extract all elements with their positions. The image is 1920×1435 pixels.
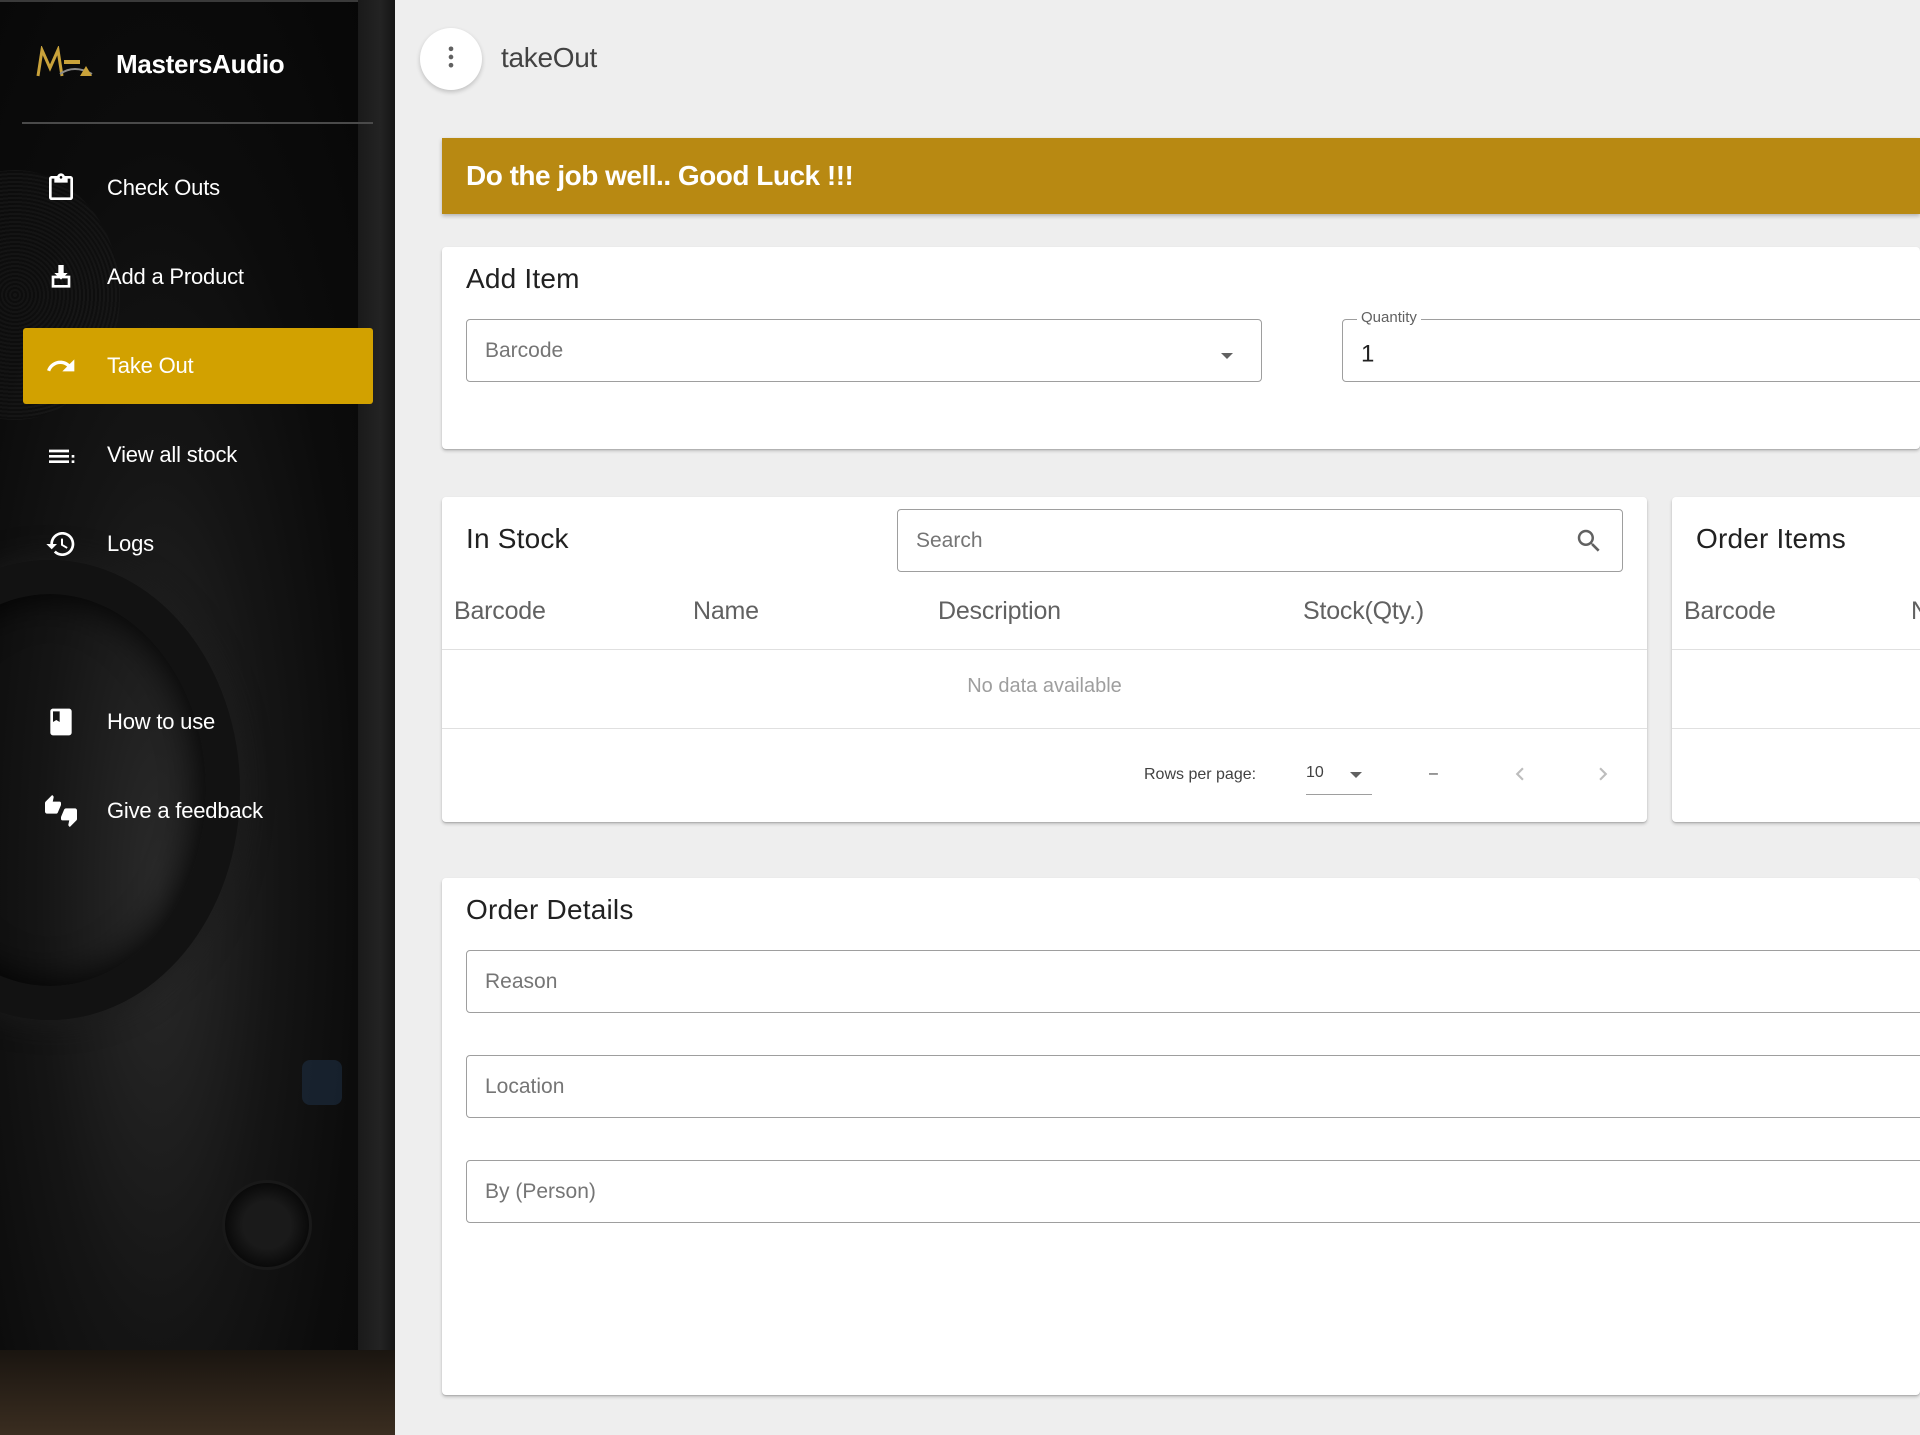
barcode-select[interactable]: Barcode — [466, 319, 1262, 382]
table-divider — [442, 649, 1647, 650]
column-header-description[interactable]: Description — [938, 597, 1061, 626]
column-header-barcode[interactable]: Barcode — [454, 597, 546, 626]
in-stock-card: In Stock Search Barcode Name Description… — [442, 497, 1647, 822]
book-icon — [43, 704, 79, 740]
order-details-card: Order Details Reason Location By (Person… — [442, 878, 1920, 1395]
empty-state: No data available — [967, 675, 1122, 697]
table-divider — [1672, 728, 1920, 729]
reason-field[interactable]: Reason — [466, 950, 1920, 1013]
column-header-name[interactable]: N — [1911, 597, 1920, 626]
sidebar-item-give-feedback[interactable]: Give a feedback — [23, 773, 373, 849]
floor-background — [0, 1350, 395, 1435]
location-field[interactable]: Location — [466, 1055, 1920, 1118]
column-header-barcode[interactable]: Barcode — [1684, 597, 1776, 626]
order-items-card: Order Items Barcode N — [1672, 497, 1920, 822]
sidebar-item-how-to-use[interactable]: How to use — [23, 684, 373, 760]
chevron-down-icon — [1350, 772, 1362, 778]
dots-vertical-icon — [437, 43, 465, 76]
quantity-label: Quantity — [1357, 309, 1421, 326]
sidebar-item-label: Take Out — [107, 353, 194, 378]
list-icon — [43, 437, 79, 473]
page-title: takeOut — [501, 42, 597, 73]
sidebar-item-label: Add a Product — [107, 264, 244, 289]
next-page-button[interactable] — [1588, 761, 1618, 791]
motivation-banner: Do the job well.. Good Luck !!! — [442, 138, 1920, 214]
power-knob-background — [222, 1180, 312, 1270]
rows-per-page-select[interactable]: 10 — [1306, 764, 1372, 796]
page-range: – — [1429, 765, 1438, 782]
search-input[interactable]: Search — [897, 509, 1623, 572]
redo-arrow-icon — [43, 348, 79, 384]
brand[interactable]: MastersAudio — [36, 44, 285, 84]
sidebar-item-label: How to use — [107, 709, 216, 734]
table-divider — [442, 728, 1647, 729]
add-item-title: Add Item — [466, 263, 580, 294]
sidebar: MastersAudio Check Outs Add a Product Ta… — [0, 0, 395, 1435]
history-icon — [43, 526, 79, 562]
select-underline — [1306, 794, 1372, 795]
reason-placeholder: Reason — [485, 969, 558, 993]
sidebar-item-take-out[interactable]: Take Out — [23, 328, 373, 404]
sidebar-item-label: Check Outs — [107, 175, 220, 200]
quantity-field[interactable]: Quantity 1 — [1342, 309, 1920, 382]
menu-button[interactable] — [420, 28, 482, 90]
rows-per-page-value: 10 — [1306, 764, 1324, 781]
search-icon — [1574, 526, 1604, 556]
sidebar-divider — [22, 122, 373, 124]
sidebar-item-view-all-stock[interactable]: View all stock — [23, 417, 373, 493]
order-details-title: Order Details — [466, 894, 634, 925]
brand-badge-background — [302, 1060, 342, 1105]
thumbs-up-down-icon — [43, 793, 79, 829]
column-header-stock[interactable]: Stock(Qty.) — [1303, 597, 1424, 626]
masters-audio-logo-icon — [36, 44, 94, 82]
add-item-card: Add Item Barcode Quantity 1 — [442, 247, 1920, 449]
sidebar-item-label: Give a feedback — [107, 798, 263, 823]
sidebar-item-label: View all stock — [107, 442, 238, 467]
sidebar-item-label: Logs — [107, 531, 154, 556]
order-items-title: Order Items — [1696, 523, 1847, 554]
download-icon — [43, 259, 79, 295]
rows-per-page-label: Rows per page: — [1144, 766, 1257, 783]
quantity-value: 1 — [1361, 339, 1375, 367]
sidebar-item-check-outs[interactable]: Check Outs — [23, 150, 373, 226]
column-header-name[interactable]: Name — [693, 597, 759, 626]
chevron-down-icon — [1221, 352, 1233, 359]
person-field[interactable]: By (Person) — [466, 1160, 1920, 1223]
in-stock-title: In Stock — [466, 523, 569, 554]
sidebar-item-logs[interactable]: Logs — [23, 506, 373, 582]
person-placeholder: By (Person) — [485, 1179, 596, 1203]
clipboard-icon — [43, 170, 79, 206]
search-placeholder: Search — [916, 528, 983, 552]
chevron-right-icon — [1590, 761, 1616, 792]
barcode-placeholder: Barcode — [485, 338, 564, 362]
location-placeholder: Location — [485, 1074, 565, 1098]
table-divider — [1672, 649, 1920, 650]
brand-name: MastersAudio — [116, 48, 285, 79]
previous-page-button[interactable] — [1505, 761, 1535, 791]
chevron-left-icon — [1507, 761, 1533, 792]
sidebar-item-add-product[interactable]: Add a Product — [23, 239, 373, 315]
